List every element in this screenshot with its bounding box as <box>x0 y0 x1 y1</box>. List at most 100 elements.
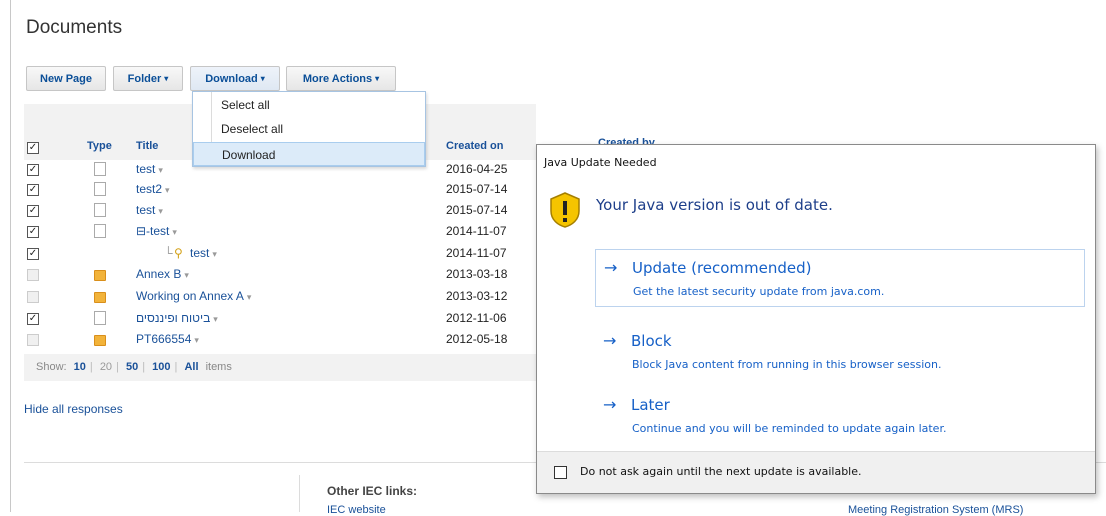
row-checkbox[interactable]: ✓ <box>27 184 39 196</box>
row-created-on: 2014-11-07 <box>446 246 507 260</box>
table-row[interactable]: ✓ ⊟-test ▾ 2014-11-07 <box>24 224 536 242</box>
chevron-down-icon[interactable]: ▾ <box>184 270 189 280</box>
later-option-desc: Continue and you will be reminded to upd… <box>632 422 947 435</box>
row-title-link[interactable]: test2 ▾ <box>136 182 170 196</box>
chevron-down-icon[interactable]: ▾ <box>172 227 177 237</box>
page-size-100[interactable]: 100 <box>152 361 170 373</box>
dialog-heading: Your Java version is out of date. <box>596 196 833 214</box>
chevron-down-icon[interactable]: ▾ <box>213 314 218 324</box>
menu-item-download[interactable]: Download <box>193 142 425 166</box>
column-created-on[interactable]: Created on <box>446 140 503 152</box>
row-created-on: 2015-07-14 <box>446 203 508 217</box>
row-checkbox[interactable]: ✓ <box>27 313 39 325</box>
menu-item-select-all[interactable]: Select all <box>193 93 425 117</box>
folder-icon <box>94 335 106 346</box>
hide-all-responses-link[interactable]: Hide all responses <box>24 402 123 416</box>
folder-icon <box>94 270 106 281</box>
footer-column-divider <box>299 475 300 512</box>
update-option[interactable]: → Update (recommended) Get the latest se… <box>595 249 1085 307</box>
page-size-50[interactable]: 50 <box>126 361 138 373</box>
page-size-20[interactable]: 20 <box>100 361 112 373</box>
row-created-on: 2012-05-18 <box>446 332 508 346</box>
document-icon <box>94 162 106 176</box>
column-type[interactable]: Type <box>87 140 112 152</box>
table-row[interactable]: Annex B ▾ 2013-03-18 <box>24 267 536 285</box>
arrow-right-icon: → <box>604 258 618 277</box>
page-size-all[interactable]: All <box>184 361 198 373</box>
row-checkbox[interactable] <box>27 291 39 303</box>
row-title-link[interactable]: test ▾ <box>136 203 163 217</box>
table-row[interactable]: Working on Annex A ▾ 2013-03-12 <box>24 289 536 307</box>
chevron-down-icon[interactable]: ▾ <box>158 206 163 216</box>
document-icon <box>94 182 106 196</box>
do-not-ask-checkbox[interactable] <box>554 466 567 479</box>
select-all-checkbox[interactable]: ✓ <box>27 142 39 154</box>
chevron-down-icon[interactable]: ▾ <box>194 335 199 345</box>
chevron-down-icon: ▾ <box>375 74 380 83</box>
document-icon <box>94 311 106 325</box>
document-icon <box>94 203 106 217</box>
row-created-on: 2016-04-25 <box>446 162 508 176</box>
row-created-on: 2015-07-14 <box>446 182 508 196</box>
row-checkbox[interactable] <box>27 269 39 281</box>
iec-website-link[interactable]: IEC website <box>327 504 386 516</box>
document-icon <box>94 224 106 238</box>
dialog-footer: Do not ask again until the next update i… <box>537 451 1095 493</box>
download-button[interactable]: Download ▾ <box>190 66 280 91</box>
row-created-on: 2013-03-18 <box>446 267 508 281</box>
page-size-10[interactable]: 10 <box>74 361 86 373</box>
block-option[interactable]: → Block Block Java content from running … <box>595 323 1085 381</box>
java-update-dialog: Java Update Needed Your Java version is … <box>536 144 1096 494</box>
new-page-label: New Page <box>40 72 92 85</box>
new-page-button[interactable]: New Page <box>26 66 106 91</box>
chevron-down-icon[interactable]: ▾ <box>247 292 252 302</box>
row-created-on: 2014-11-07 <box>446 224 507 238</box>
row-checkbox[interactable]: ✓ <box>27 164 39 176</box>
folder-icon <box>94 292 106 303</box>
table-row[interactable]: ✓ └ ⚲ test ▾ 2014-11-07 <box>24 246 536 264</box>
arrow-right-icon: → <box>603 331 617 350</box>
table-row[interactable]: ✓ test2 ▾ 2015-07-14 <box>24 182 536 200</box>
download-menu: Select all Deselect all Download <box>192 91 426 167</box>
row-title-link[interactable]: PT666554 ▾ <box>136 332 199 346</box>
table-row[interactable]: ✓ ביטוח ופיננסים ▾ 2012-11-06 <box>24 311 536 329</box>
tree-connector-icon: └ <box>164 246 173 260</box>
row-title-link[interactable]: Annex B ▾ <box>136 267 189 281</box>
mrs-link[interactable]: Meeting Registration System (MRS) <box>848 504 1023 516</box>
table-row[interactable]: PT666554 ▾ 2012-05-18 <box>24 332 536 350</box>
update-option-desc: Get the latest security update from java… <box>633 285 885 298</box>
show-label: Show: <box>36 361 67 373</box>
row-checkbox[interactable] <box>27 334 39 346</box>
column-title[interactable]: Title <box>136 140 158 152</box>
folder-button[interactable]: Folder ▾ <box>113 66 183 91</box>
more-actions-label: More Actions <box>302 72 373 85</box>
items-label: items <box>205 361 232 373</box>
menu-item-deselect-all[interactable]: Deselect all <box>193 117 425 141</box>
chevron-down-icon: ▾ <box>164 74 169 83</box>
chevron-down-icon[interactable]: ▾ <box>165 185 170 195</box>
do-not-ask-label[interactable]: Do not ask again until the next update i… <box>580 465 862 478</box>
row-title-link[interactable]: Working on Annex A ▾ <box>136 289 251 303</box>
more-actions-button[interactable]: More Actions ▾ <box>286 66 396 91</box>
table-row[interactable]: ✓ test ▾ 2015-07-14 <box>24 203 536 221</box>
warning-shield-icon <box>548 191 582 232</box>
download-label: Download <box>205 72 258 85</box>
chevron-down-icon[interactable]: ▾ <box>212 249 217 259</box>
dialog-title: Java Update Needed <box>544 156 657 169</box>
row-title-link[interactable]: test ▾ <box>136 162 163 176</box>
later-option-label: Later <box>631 396 670 414</box>
row-title-link[interactable]: test ▾ <box>190 246 217 260</box>
response-person-icon: ⚲ <box>174 246 183 260</box>
block-option-desc: Block Java content from running in this … <box>632 358 942 371</box>
block-option-label: Block <box>631 332 672 350</box>
update-option-label: Update (recommended) <box>632 259 812 277</box>
row-checkbox[interactable]: ✓ <box>27 205 39 217</box>
later-option[interactable]: → Later Continue and you will be reminde… <box>595 387 1085 445</box>
folder-label: Folder <box>127 72 162 85</box>
other-links-heading: Other IEC links: <box>327 484 418 498</box>
row-title-link[interactable]: ⊟-test ▾ <box>136 224 177 238</box>
row-title-link[interactable]: ביטוח ופיננסים ▾ <box>136 311 218 325</box>
chevron-down-icon[interactable]: ▾ <box>158 165 163 175</box>
row-checkbox[interactable]: ✓ <box>27 226 39 238</box>
row-checkbox[interactable]: ✓ <box>27 248 39 260</box>
